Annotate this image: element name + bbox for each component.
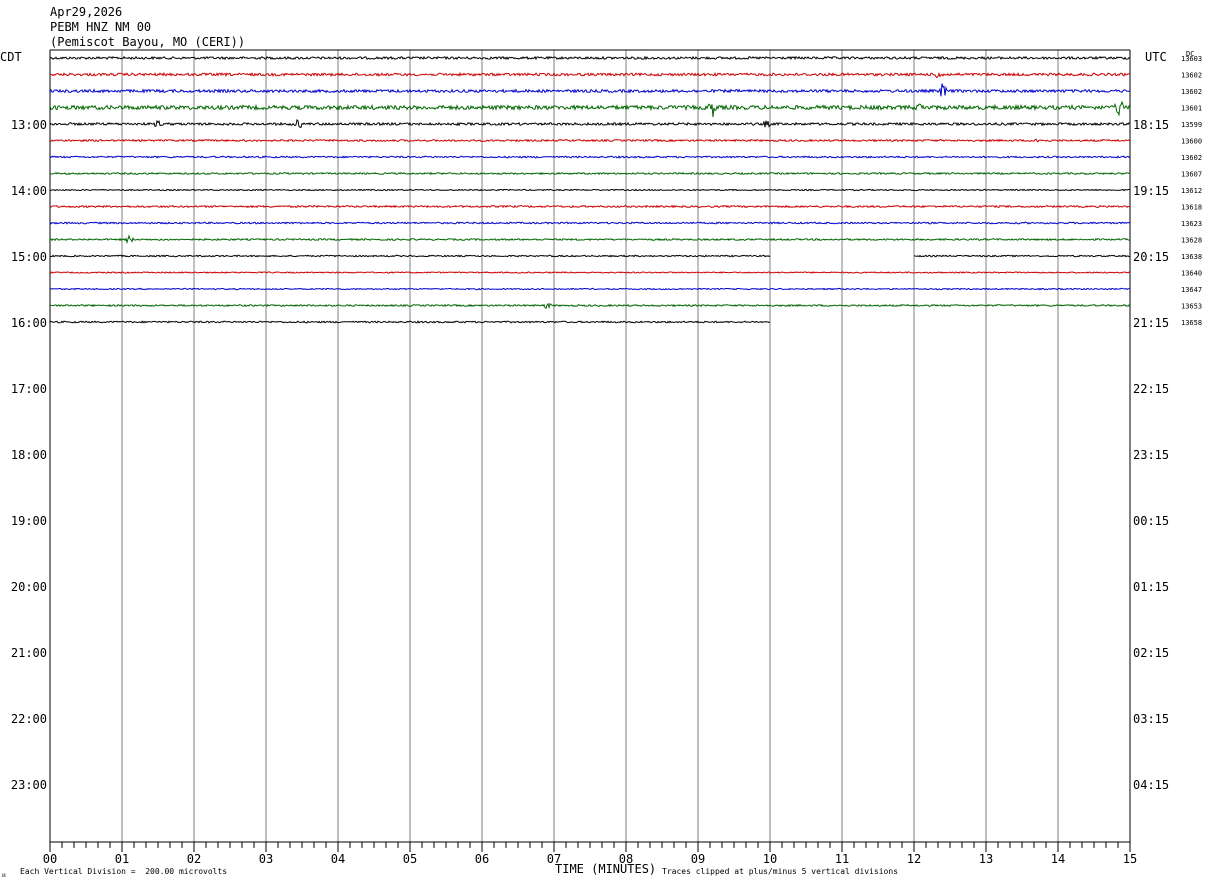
- dc-offset-label: 13658: [1181, 319, 1202, 327]
- right-hour-label: 01:15: [1133, 580, 1169, 594]
- x-tick-label: 15: [1123, 852, 1137, 866]
- x-tick-label: 05: [403, 852, 417, 866]
- x-tick-label: 02: [187, 852, 201, 866]
- trace-line: [49, 188, 1130, 192]
- trace-line: [49, 171, 1131, 176]
- clip-note: Traces clipped at plus/minus 5 vertical …: [662, 867, 899, 876]
- dc-offset-label: 13607: [1181, 171, 1202, 179]
- trace-line: [49, 100, 1131, 118]
- trace-line: [49, 234, 1131, 245]
- x-tick-label: 11: [835, 852, 849, 866]
- right-hour-label: 18:15: [1133, 118, 1169, 132]
- dc-offset-label: 13640: [1181, 270, 1202, 278]
- scale-note: Each Vertical Division = 200.00 microvol…: [20, 867, 228, 876]
- left-hour-label: 16:00: [11, 316, 47, 330]
- trace-line: [50, 302, 1131, 310]
- dc-offset-label: 13628: [1181, 237, 1202, 245]
- corner-mark: ᴎ: [2, 871, 6, 879]
- left-hour-label: 22:00: [11, 712, 47, 726]
- trace-line: [49, 118, 1131, 128]
- trace-line: [49, 155, 1131, 159]
- x-tick-label: 01: [115, 852, 129, 866]
- trace-line: [49, 271, 1131, 274]
- right-hour-label: 19:15: [1133, 184, 1169, 198]
- trace-line: [49, 221, 1131, 225]
- dc-offset-label: 13599: [1181, 121, 1202, 129]
- right-hour-label: 00:15: [1133, 514, 1169, 528]
- left-hour-label: 18:00: [11, 448, 47, 462]
- dc-offset-label: 13612: [1181, 187, 1202, 195]
- trace-line: [914, 254, 1131, 258]
- right-hour-label: 22:15: [1133, 382, 1169, 396]
- dc-offset-label: 13638: [1181, 253, 1202, 261]
- dc-offset-label: 13601: [1181, 105, 1202, 113]
- right-hour-label: 20:15: [1133, 250, 1169, 264]
- left-hour-label: 23:00: [11, 778, 47, 792]
- x-tick-label: 00: [43, 852, 57, 866]
- trace-line: [49, 83, 1131, 97]
- left-hour-label: 15:00: [11, 250, 47, 264]
- x-tick-label: 06: [475, 852, 489, 866]
- right-hour-label: 03:15: [1133, 712, 1169, 726]
- x-tick-label: 03: [259, 852, 273, 866]
- dc-offset-label: 13602: [1181, 154, 1202, 162]
- dc-offset-label: 13603: [1181, 55, 1202, 63]
- left-hour-label: 19:00: [11, 514, 47, 528]
- x-tick-label: 12: [907, 852, 921, 866]
- x-tick-label: 04: [331, 852, 345, 866]
- dc-offset-label: 13600: [1181, 138, 1202, 146]
- trace-line: [49, 138, 1131, 143]
- left-hour-label: 21:00: [11, 646, 47, 660]
- x-tick-label: 10: [763, 852, 777, 866]
- x-axis-label: TIME (MINUTES): [555, 862, 657, 876]
- right-hour-label: 21:15: [1133, 316, 1169, 330]
- right-hour-label: 23:15: [1133, 448, 1169, 462]
- trace-line: [49, 55, 1131, 61]
- x-tick-label: 13: [979, 852, 993, 866]
- x-tick-label: 09: [691, 852, 705, 866]
- trace-line: [49, 204, 1131, 209]
- left-hour-label: 20:00: [11, 580, 47, 594]
- left-hour-label: 17:00: [11, 382, 47, 396]
- dc-offset-label: 13653: [1181, 303, 1202, 311]
- right-hour-label: 04:15: [1133, 778, 1169, 792]
- trace-line: [49, 71, 1131, 79]
- dc-offset-label: 13647: [1181, 286, 1202, 294]
- helicorder-plot: 00 01 02 03 04 05 06 07 08 09 10 11 12 13 14 1513:0014:…: [11, 49, 1202, 866]
- dc-offset-label: 13618: [1181, 204, 1202, 212]
- left-hour-label: 13:00: [11, 118, 47, 132]
- left-hour-label: 14:00: [11, 184, 47, 198]
- right-hour-label: 02:15: [1133, 646, 1169, 660]
- dc-offset-label: 13602: [1181, 72, 1202, 80]
- dc-offset-label: 13602: [1181, 88, 1202, 96]
- trace-line: [50, 287, 1130, 291]
- dc-offset-label: 13623: [1181, 220, 1202, 228]
- x-tick-label: 14: [1051, 852, 1065, 866]
